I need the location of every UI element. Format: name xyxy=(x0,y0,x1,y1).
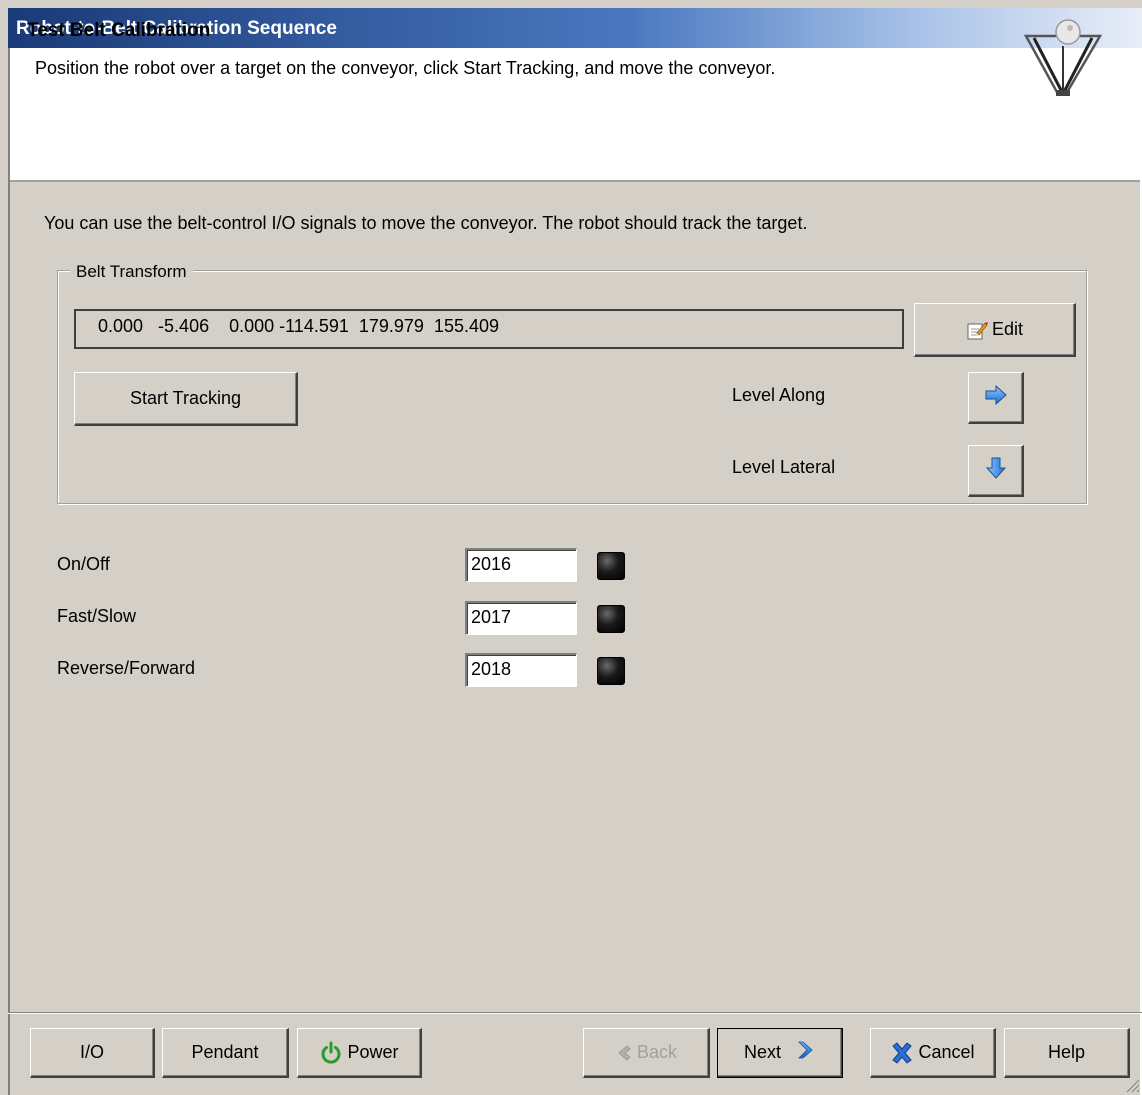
intro-text: You can use the belt-control I/O signals… xyxy=(44,213,808,233)
power-button-label: Power xyxy=(347,1042,399,1062)
resize-grip-icon[interactable] xyxy=(1124,1077,1140,1093)
next-button[interactable]: Next xyxy=(717,1028,843,1078)
io-signal-label: On/Off xyxy=(57,554,110,574)
fast-slow-signal-input[interactable]: 2017 xyxy=(465,601,577,635)
delta-robot-icon xyxy=(1023,19,1103,96)
io-signal-label: Reverse/Forward xyxy=(57,658,196,678)
back-button-label: Back xyxy=(636,1042,678,1062)
cancel-x-icon xyxy=(890,1041,914,1065)
pendant-button[interactable]: Pendant xyxy=(162,1028,289,1078)
edit-icon xyxy=(966,320,988,340)
fast-slow-status-indicator[interactable] xyxy=(597,605,625,633)
next-chevron-icon xyxy=(795,1040,815,1065)
belt-transform-legend: Belt Transform xyxy=(70,262,193,282)
back-chevron-icon xyxy=(615,1044,633,1062)
edit-button-label: Edit xyxy=(991,319,1024,339)
reverse-forward-signal-input[interactable]: 2018 xyxy=(465,653,577,687)
help-button[interactable]: Help xyxy=(1004,1028,1130,1078)
level-lateral-label: Level Lateral xyxy=(732,457,836,477)
page-title: Test Belt Calibration xyxy=(27,20,211,41)
cancel-button[interactable]: Cancel xyxy=(870,1028,996,1078)
level-along-label: Level Along xyxy=(732,385,826,405)
page-description: Position the robot over a target on the … xyxy=(35,58,776,78)
start-tracking-button[interactable]: Start Tracking xyxy=(74,372,298,426)
reverse-forward-status-indicator[interactable] xyxy=(597,657,625,685)
power-icon xyxy=(319,1041,343,1065)
io-signal-label: Fast/Slow xyxy=(57,606,137,626)
back-button[interactable]: Back xyxy=(583,1028,710,1078)
belt-transform-value: 0.000 -5.406 0.000 -114.591 179.979 155.… xyxy=(74,309,904,349)
level-along-button[interactable] xyxy=(968,372,1024,424)
level-lateral-button[interactable] xyxy=(968,445,1024,497)
arrow-down-icon xyxy=(985,456,1006,485)
frame-edge-left xyxy=(8,48,10,1095)
on-off-signal-input[interactable]: 2016 xyxy=(465,548,577,582)
next-button-label: Next xyxy=(743,1042,781,1062)
on-off-status-indicator[interactable] xyxy=(597,552,625,580)
arrow-right-icon xyxy=(984,384,1008,410)
edit-button[interactable]: Edit xyxy=(914,303,1076,357)
power-button[interactable]: Power xyxy=(297,1028,422,1078)
io-button[interactable]: I/O xyxy=(30,1028,155,1078)
footer-separator xyxy=(8,1012,1142,1014)
cancel-button-label: Cancel xyxy=(918,1042,975,1062)
